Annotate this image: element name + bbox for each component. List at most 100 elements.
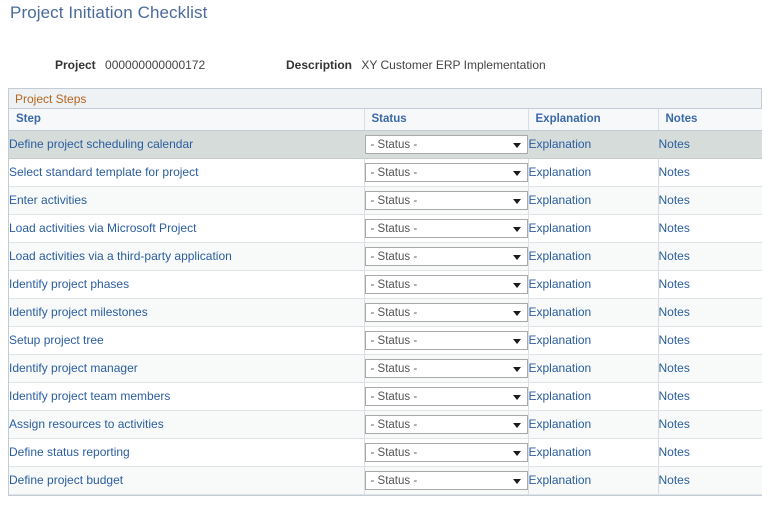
description-field-value: XY Customer ERP Implementation <box>361 58 546 72</box>
cell-explanation: Explanation <box>528 158 659 187</box>
explanation-link[interactable]: Explanation <box>529 361 592 375</box>
step-link[interactable]: Identify project milestones <box>9 305 148 319</box>
cell-status: - Status - <box>364 158 529 187</box>
explanation-link[interactable]: Explanation <box>529 221 592 235</box>
cell-notes: Notes <box>658 158 762 187</box>
cell-explanation: Explanation <box>528 298 659 327</box>
status-dropdown[interactable]: - Status - <box>364 162 528 182</box>
table-row[interactable]: Identify project milestones - Status - Exp… <box>9 298 762 327</box>
explanation-link[interactable]: Explanation <box>529 305 592 319</box>
notes-link[interactable]: Notes <box>659 333 690 347</box>
step-link[interactable]: Select standard template for project <box>9 165 198 179</box>
notes-link[interactable]: Notes <box>659 445 690 459</box>
status-dropdown[interactable]: - Status - <box>364 414 528 434</box>
step-link[interactable]: Setup project tree <box>9 333 104 347</box>
cell-status: - Status - <box>364 326 529 355</box>
step-link[interactable]: Assign resources to activities <box>9 417 164 431</box>
status-dropdown-value: - Status - <box>370 222 418 235</box>
status-dropdown[interactable]: - Status - <box>364 218 528 238</box>
table-row[interactable]: Select standard template for project - St… <box>9 158 762 187</box>
explanation-link[interactable]: Explanation <box>529 277 592 291</box>
table-row[interactable]: Identify project team members - Status - E… <box>9 382 762 411</box>
status-dropdown-value: - Status - <box>370 278 418 291</box>
explanation-link[interactable]: Explanation <box>529 193 592 207</box>
table-row[interactable]: Identify project phases - Status - Explana… <box>9 270 762 299</box>
cell-status: - Status - <box>364 382 529 411</box>
notes-link[interactable]: Notes <box>659 249 690 263</box>
chevron-down-icon <box>512 394 521 400</box>
notes-link[interactable]: Notes <box>659 305 690 319</box>
table-row[interactable]: Enter activities - Status - Explanation Not… <box>9 186 762 215</box>
cell-step: Define status reporting <box>9 438 365 467</box>
project-steps-group-header: Project Steps <box>9 89 761 109</box>
step-link[interactable]: Define project budget <box>9 473 123 487</box>
step-link[interactable]: Identify project team members <box>9 389 170 403</box>
cell-explanation: Explanation <box>528 438 659 467</box>
chevron-down-icon <box>512 282 521 288</box>
table-row[interactable]: Setup project tree - Status - Explanation N… <box>9 326 762 355</box>
cell-notes: Notes <box>658 354 762 383</box>
notes-link[interactable]: Notes <box>659 137 690 151</box>
cell-status: - Status - <box>364 214 529 243</box>
notes-link[interactable]: Notes <box>659 473 690 487</box>
column-header-status[interactable]: Status <box>364 109 529 131</box>
status-dropdown[interactable]: - Status - <box>364 302 528 322</box>
notes-link[interactable]: Notes <box>659 193 690 207</box>
cell-status: - Status - <box>364 270 529 299</box>
explanation-link[interactable]: Explanation <box>529 137 592 151</box>
explanation-link[interactable]: Explanation <box>529 389 592 403</box>
step-link[interactable]: Load activities via Microsoft Project <box>9 221 196 235</box>
description-field: Description XY Customer ERP Implementati… <box>286 56 546 74</box>
status-dropdown[interactable]: - Status - <box>364 442 528 462</box>
column-header-explanation[interactable]: Explanation <box>528 109 659 131</box>
cell-step: Identify project phases <box>9 270 365 299</box>
status-dropdown-value: - Status - <box>370 250 418 263</box>
step-link[interactable]: Define status reporting <box>9 445 130 459</box>
status-dropdown[interactable]: - Status - <box>364 358 528 378</box>
cell-step: Load activities via a third-party applic… <box>9 242 365 271</box>
cell-notes: Notes <box>658 410 762 439</box>
notes-link[interactable]: Notes <box>659 361 690 375</box>
table-row[interactable]: Load activities via a third-party applic… <box>9 242 762 271</box>
notes-link[interactable]: Notes <box>659 277 690 291</box>
table-row[interactable]: Define project scheduling calendar - Stat… <box>9 130 762 159</box>
step-link[interactable]: Load activities via a third-party applic… <box>9 249 232 263</box>
notes-link[interactable]: Notes <box>659 165 690 179</box>
description-field-label: Description <box>286 58 353 72</box>
status-dropdown[interactable]: - Status - <box>364 190 528 210</box>
status-dropdown[interactable]: - Status - <box>364 134 528 154</box>
step-link[interactable]: Identify project phases <box>9 277 129 291</box>
explanation-link[interactable]: Explanation <box>529 473 592 487</box>
table-row[interactable]: Define status reporting - Status - Explana… <box>9 438 762 467</box>
status-dropdown[interactable]: - Status - <box>364 246 528 266</box>
cell-notes: Notes <box>658 382 762 411</box>
table-row[interactable]: Identify project manager - Status - Explan… <box>9 354 762 383</box>
notes-link[interactable]: Notes <box>659 221 690 235</box>
cell-step: Select standard template for project <box>9 158 365 187</box>
status-dropdown-value: - Status - <box>370 362 418 375</box>
status-dropdown[interactable]: - Status - <box>364 470 528 490</box>
cell-status: - Status - <box>364 242 529 271</box>
explanation-link[interactable]: Explanation <box>529 165 592 179</box>
explanation-link[interactable]: Explanation <box>529 333 592 347</box>
status-dropdown[interactable]: - Status - <box>364 386 528 406</box>
status-dropdown-value: - Status - <box>370 418 418 431</box>
column-header-notes[interactable]: Notes <box>658 109 762 131</box>
step-link[interactable]: Identify project manager <box>9 361 138 375</box>
table-row[interactable]: Assign resources to activities - Status -… <box>9 410 762 439</box>
notes-link[interactable]: Notes <box>659 417 690 431</box>
step-link[interactable]: Enter activities <box>9 193 87 207</box>
explanation-link[interactable]: Explanation <box>529 417 592 431</box>
explanation-link[interactable]: Explanation <box>529 249 592 263</box>
column-header-step[interactable]: Step <box>9 109 365 131</box>
table-row[interactable]: Define project budget - Status - Explanati… <box>9 466 762 495</box>
notes-link[interactable]: Notes <box>659 389 690 403</box>
table-row[interactable]: Load activities via Microsoft Project - S… <box>9 214 762 243</box>
step-link[interactable]: Define project scheduling calendar <box>9 137 193 151</box>
chevron-down-icon <box>512 366 521 372</box>
explanation-link[interactable]: Explanation <box>529 445 592 459</box>
project-steps-grid: Step Status Explanation Notes Define pro… <box>9 109 762 495</box>
status-dropdown[interactable]: - Status - <box>364 330 528 350</box>
cell-explanation: Explanation <box>528 270 659 299</box>
status-dropdown[interactable]: - Status - <box>364 274 528 294</box>
